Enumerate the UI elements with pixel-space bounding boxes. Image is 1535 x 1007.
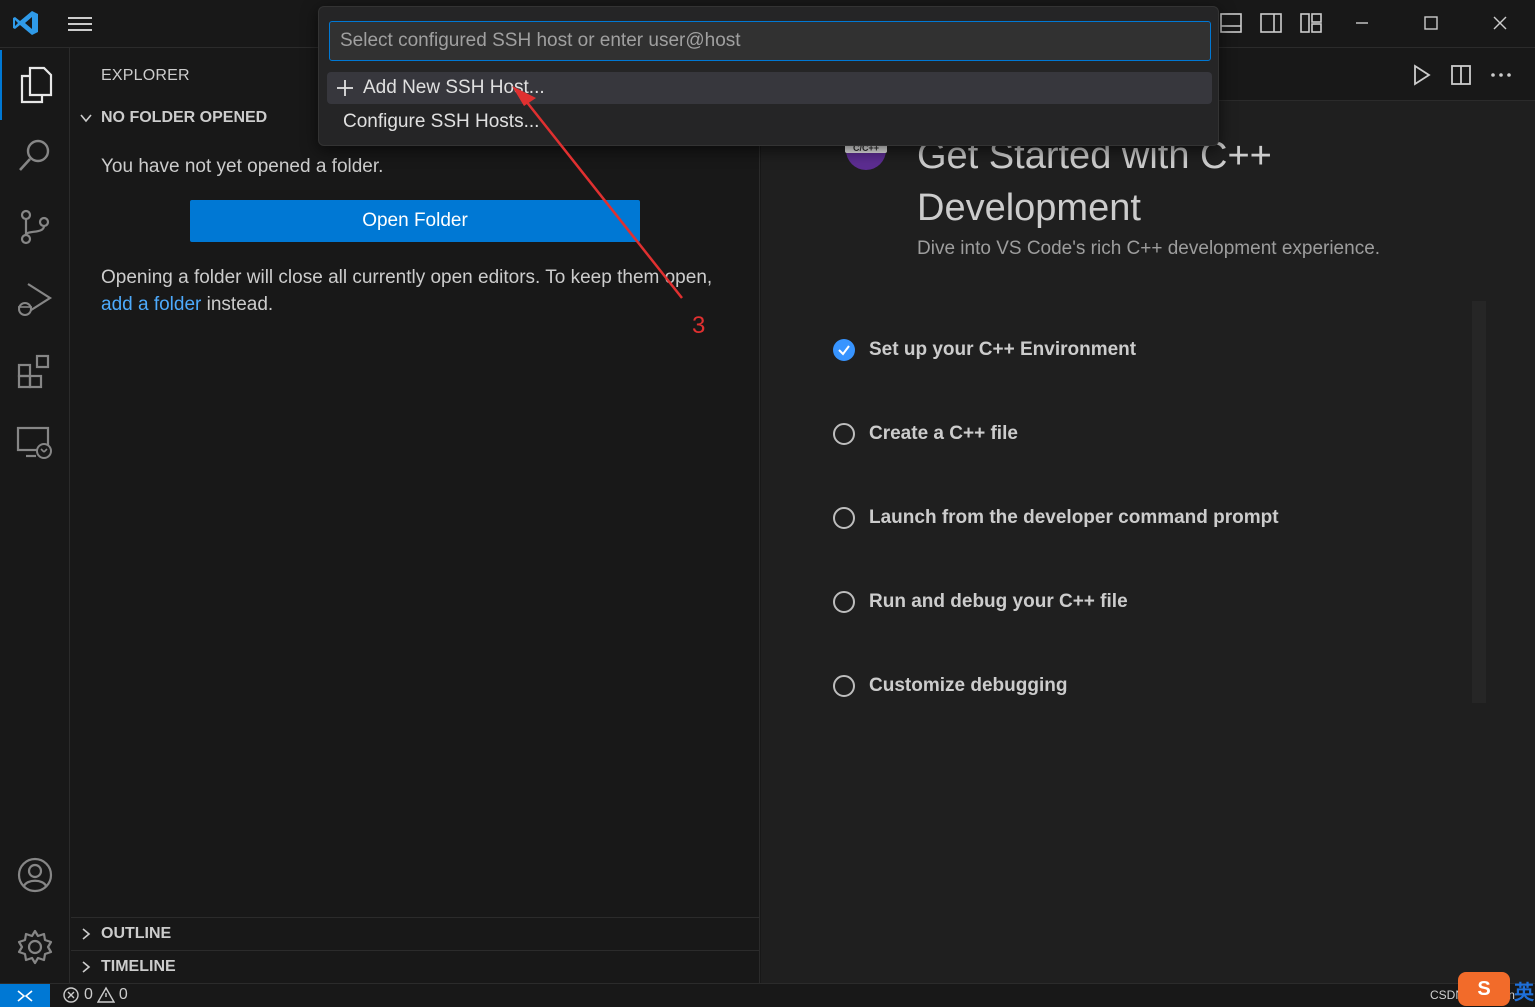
open-folder-button[interactable]: Open Folder [190, 200, 640, 242]
close-icon [1493, 16, 1507, 30]
warning-icon [96, 986, 115, 1003]
outline-header-label: OUTLINE [101, 925, 172, 942]
walkthrough-step[interactable]: Run and debug your C++ file [833, 587, 1128, 617]
quick-pick-item-label: Add New SSH Host... [363, 77, 545, 98]
ime-language[interactable]: 英 [1514, 976, 1534, 1005]
activity-remote-explorer[interactable] [0, 408, 70, 478]
error-icon [63, 987, 79, 1003]
timeline-header-label: TIMELINE [101, 958, 176, 975]
configure-ssh-hosts-item[interactable]: Configure SSH Hosts... [327, 106, 1212, 138]
plus-icon [337, 80, 353, 96]
empty-circle-icon [833, 675, 855, 697]
minimize-icon [1356, 22, 1368, 24]
walkthrough-step[interactable]: Customize debugging [833, 671, 1067, 701]
empty-circle-icon [833, 507, 855, 529]
source-control-icon [20, 209, 50, 245]
step-label: Create a C++ file [869, 423, 1018, 444]
vscode-logo-icon [13, 11, 38, 35]
step-label: Set up your C++ Environment [869, 339, 1137, 360]
chevron-down-icon [80, 114, 92, 123]
manage-gear-icon [17, 929, 53, 965]
walkthrough-step[interactable]: Launch from the developer command prompt [833, 503, 1279, 533]
chevron-right-icon [82, 928, 91, 940]
ime-indicator-icon[interactable]: S [1458, 972, 1510, 1006]
empty-folder-message: You have not yet opened a folder. [101, 156, 384, 177]
error-count: 0 [84, 986, 93, 1003]
more-actions-icon[interactable] [1489, 63, 1513, 87]
sidebar-title: EXPLORER [101, 67, 190, 84]
run-icon[interactable] [1409, 63, 1433, 87]
ssh-host-input[interactable] [329, 21, 1211, 61]
ssh-quick-pick: Add New SSH Host... Configure SSH Hosts.… [318, 6, 1219, 146]
empty-circle-icon [833, 423, 855, 445]
activity-source-control[interactable] [0, 192, 70, 262]
toggle-secondary-sidebar-icon[interactable] [1258, 10, 1284, 36]
timeline-section-header[interactable]: TIMELINE [71, 951, 760, 983]
activity-explorer[interactable] [0, 50, 70, 120]
remote-indicator-button[interactable] [0, 984, 50, 1007]
accounts-icon [17, 857, 53, 893]
maximize-button[interactable] [1397, 0, 1465, 46]
status-bar: 0 0 CSDN @f00zyn S 英 [0, 972, 1535, 1007]
info-text-before: Opening a folder will close all currentl… [101, 267, 713, 288]
split-editor-icon[interactable] [1449, 63, 1473, 87]
no-folder-header-label: NO FOLDER OPENED [101, 109, 268, 126]
outline-section-header[interactable]: OUTLINE [71, 918, 760, 950]
activity-search[interactable] [0, 120, 70, 190]
step-label: Launch from the developer command prompt [869, 507, 1279, 528]
walkthrough-step[interactable]: Create a C++ file [833, 419, 1018, 449]
annotation-step-number: 3 [692, 312, 706, 339]
warning-count: 0 [118, 986, 128, 1003]
steps-scrollbar[interactable] [1472, 301, 1486, 703]
minimize-button[interactable] [1328, 0, 1396, 46]
quick-pick-item-label: Configure SSH Hosts... [343, 111, 540, 132]
chevron-right-icon [82, 961, 91, 973]
customize-layout-icon[interactable] [1298, 10, 1324, 36]
problems-indicator[interactable]: 0 0 [62, 986, 128, 1004]
activity-bar [0, 48, 70, 983]
close-button[interactable] [1466, 0, 1534, 46]
editor-area: C/C++ Get Started with C++ Development D… [761, 48, 1535, 983]
search-icon [19, 139, 50, 171]
remote-connect-icon [17, 990, 33, 1002]
run-debug-icon [18, 283, 53, 316]
hamburger-menu-icon[interactable] [66, 12, 94, 36]
extensions-icon [17, 354, 50, 389]
activity-run-debug[interactable] [0, 264, 70, 334]
step-label: Customize debugging [869, 675, 1068, 696]
remote-explorer-icon [16, 426, 52, 459]
walkthrough-title-line2: Development [917, 187, 1141, 229]
explorer-icon [20, 66, 53, 104]
maximize-icon [1424, 16, 1438, 30]
empty-circle-icon [833, 591, 855, 613]
activity-manage[interactable] [0, 912, 70, 982]
walkthrough-step[interactable]: Set up your C++ Environment [833, 335, 1136, 365]
open-folder-info: Opening a folder will close all currentl… [101, 264, 741, 318]
add-folder-link[interactable]: add a folder [101, 294, 201, 315]
toggle-panel-icon[interactable] [1218, 10, 1244, 36]
walkthrough-subtitle: Dive into VS Code's rich C++ development… [917, 238, 1381, 259]
add-new-ssh-host-item[interactable]: Add New SSH Host... [327, 72, 1212, 104]
step-label: Run and debug your C++ file [869, 591, 1128, 612]
info-text-after: instead. [201, 294, 274, 315]
explorer-sidebar: EXPLORER NO FOLDER OPENED You have not y… [71, 48, 760, 983]
activity-extensions[interactable] [0, 336, 70, 406]
check-circle-icon [833, 339, 855, 361]
activity-accounts[interactable] [0, 840, 70, 910]
